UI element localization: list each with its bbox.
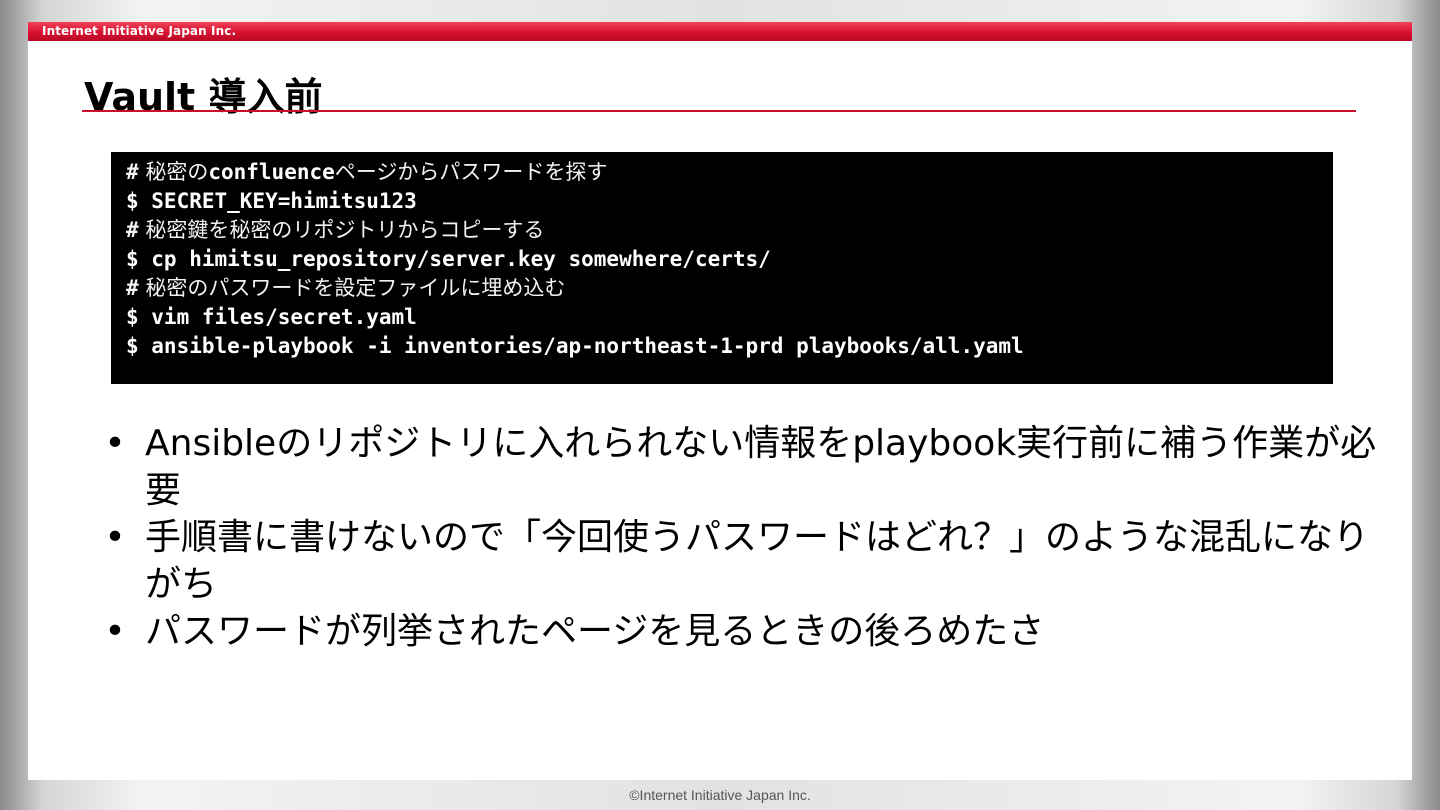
bullet-text: パスワードが列挙されたページを見るときの後ろめたさ <box>145 611 1045 652</box>
terminal-command-line: $ vim files/secret.yaml <box>126 305 417 329</box>
terminal-command-line: $ SECRET_KEY=himitsu123 <box>126 189 417 213</box>
terminal-block: # 秘密のconfluenceページからパスワードを探す $ SECRET_KE… <box>111 152 1333 384</box>
bullet-text: Ansibleのリポジトリに入れられない情報をplaybook実行前に補う作業が… <box>145 423 1377 511</box>
list-item: • Ansibleのリポジトリに入れられない情報をplaybook実行前に補う作業… <box>100 420 1400 514</box>
terminal-comment-line: # 秘密鍵を秘密のリポジトリからコピーする <box>126 218 545 242</box>
header-bar: Internet Initiative Japan Inc. <box>28 22 1412 41</box>
slide-title: Vault 導入前 <box>84 75 323 119</box>
footer-copyright: ©Internet Initiative Japan Inc. <box>629 787 811 803</box>
list-item: • パスワードが列挙されたページを見るときの後ろめたさ <box>100 608 1400 655</box>
terminal-command-line: $ ansible-playbook -i inventories/ap-nor… <box>126 334 1024 358</box>
bullet-icon: • <box>104 517 126 558</box>
bullet-list: • Ansibleのリポジトリに入れられない情報をplaybook実行前に補う作業… <box>100 420 1400 655</box>
terminal-comment-line: # 秘密のconfluenceページからパスワードを探す <box>126 160 608 184</box>
slide: Internet Initiative Japan Inc. Vault 導入前… <box>28 22 1412 780</box>
terminal-command-line: $ cp himitsu_repository/server.key somew… <box>126 247 771 271</box>
company-name: Internet Initiative Japan Inc. <box>42 24 237 38</box>
bullet-icon: • <box>104 611 126 652</box>
bullet-icon: • <box>104 423 126 464</box>
bullet-text: 手順書に書けないので「今回使うパスワードはどれ？」のような混乱になりがち <box>145 517 1370 605</box>
list-item: • 手順書に書けないので「今回使うパスワードはどれ？」のような混乱になりがち <box>100 514 1400 608</box>
terminal-comment-line: # 秘密のパスワードを設定ファイルに埋め込む <box>126 276 566 300</box>
title-divider <box>82 110 1356 112</box>
